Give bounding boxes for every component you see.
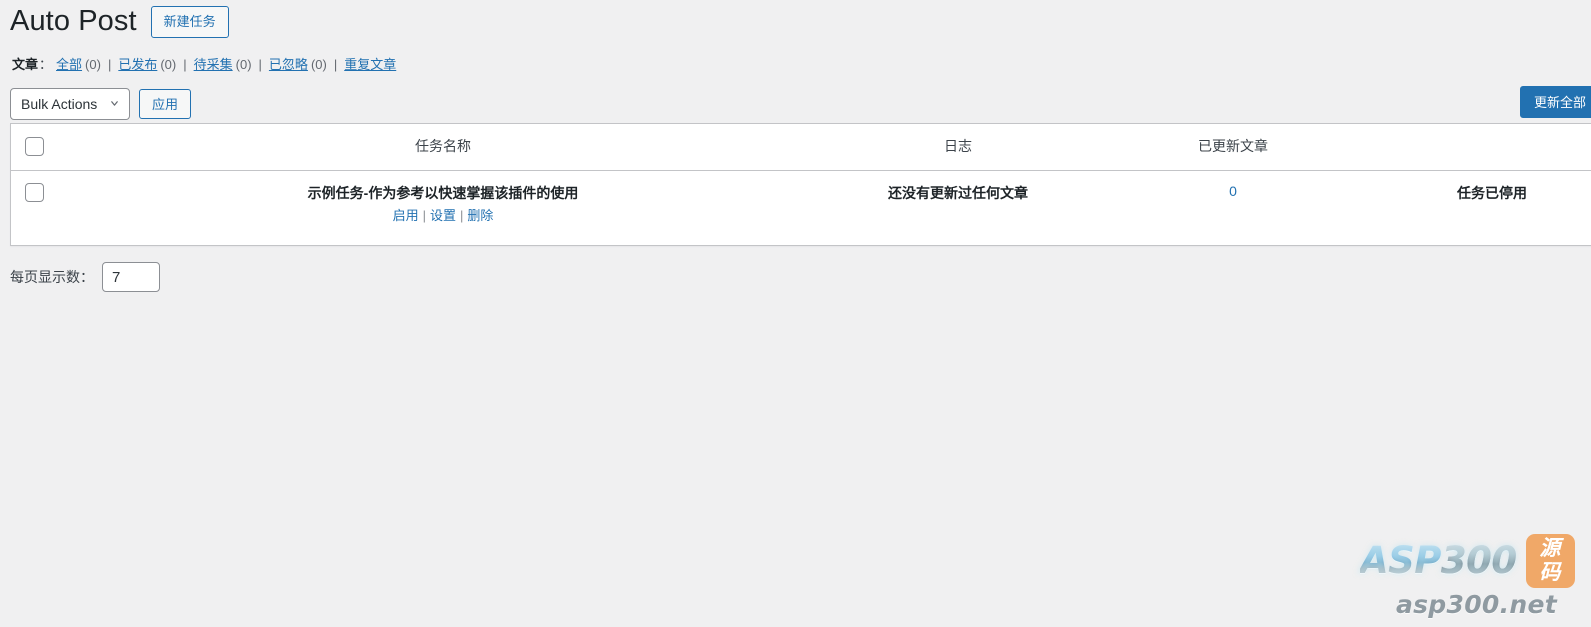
filter-link-published[interactable]: 已发布 [118, 52, 157, 78]
table-row: 示例任务-作为参考以快速掌握该插件的使用 启用 | 设置 | 删除 还没有更新过任何文章… [11, 171, 1591, 245]
row-action-separator: | [460, 208, 464, 223]
site-watermark: ASP300 源码 asp300.net [1360, 533, 1575, 619]
filter-link-duplicate[interactable]: 重复文章 [344, 52, 396, 78]
filter-count-published: (0) [160, 57, 177, 72]
select-all-checkbox[interactable] [25, 137, 44, 156]
row-actions: 启用 | 设置 | 删除 [393, 208, 494, 223]
filter-count-all: (0) [85, 57, 101, 72]
watermark-brand: ASP300 [1360, 542, 1517, 579]
new-task-button[interactable]: 新建任务 [150, 5, 229, 39]
select-all-header [11, 124, 73, 171]
filter-separator: | [183, 57, 187, 72]
per-page-setting: 每页显示数： [10, 262, 1591, 293]
filter-link-ignored[interactable]: 已忽略 [269, 52, 308, 78]
page-title: Auto Post [10, 5, 137, 38]
table-nav-top: Bulk Actions 应用 更新全部 [0, 85, 1591, 123]
watermark-url: asp300.net [1395, 590, 1557, 619]
filter-separator: | [333, 57, 338, 72]
row-task-name-cell: 示例任务-作为参考以快速掌握该插件的使用 启用 | 设置 | 删除 [73, 171, 813, 245]
status-badge: 任务已停用 [1457, 185, 1527, 201]
watermark-brand-light: ASP [1360, 539, 1441, 583]
row-select-checkbox[interactable] [25, 183, 44, 202]
row-action-delete[interactable]: 删除 [467, 208, 493, 223]
column-header-log: 日志 [813, 124, 1103, 171]
table-header-row: 任务名称 日志 已更新文章 [11, 124, 1591, 171]
tasks-table: 任务名称 日志 已更新文章 示例任务-作为参考以快速掌握该插件的使用 启用 | 设置… [10, 123, 1591, 247]
log-message: 还没有更新过任何文章 [888, 185, 1028, 201]
watermark-brand-dark: 300 [1440, 539, 1517, 583]
filter-group-label: 文章 [12, 57, 39, 72]
row-action-enable[interactable]: 启用 [393, 208, 419, 223]
row-updated-count-cell: 0 [1103, 171, 1363, 245]
filter-count-pending: (0) [235, 57, 252, 72]
filter-colon: ： [39, 57, 53, 72]
watermark-logo-row: ASP300 源码 [1360, 533, 1575, 588]
tasks-table-body: 示例任务-作为参考以快速掌握该插件的使用 启用 | 设置 | 删除 还没有更新过任何文章… [11, 171, 1591, 245]
bulk-actions-select[interactable]: Bulk Actions [10, 88, 130, 120]
filter-separator: | [107, 57, 112, 72]
row-status-cell: 任务已停用 [1363, 171, 1591, 245]
row-action-separator: | [422, 208, 426, 223]
filter-separator: | [258, 57, 262, 72]
updated-count-link[interactable]: 0 [1229, 183, 1237, 199]
tasks-table-head: 任务名称 日志 已更新文章 [11, 124, 1591, 171]
per-page-label: 每页显示数： [10, 269, 94, 286]
filter-link-all[interactable]: 全部 [56, 52, 82, 78]
column-header-updated-posts: 已更新文章 [1103, 124, 1363, 171]
row-log-cell: 还没有更新过任何文章 [813, 171, 1103, 245]
bulk-actions-wrapper: Bulk Actions [10, 88, 130, 120]
row-action-settings[interactable]: 设置 [430, 208, 456, 223]
filter-count-ignored: (0) [310, 57, 327, 72]
watermark-badge: 源码 [1525, 533, 1575, 588]
post-filter-links: 文章： 全部 (0) | 已发布 (0) | 待采集 (0) | 已忽略 (0)… [12, 52, 1591, 78]
column-header-task-name: 任务名称 [73, 124, 813, 171]
column-header-status [1363, 124, 1591, 171]
task-name-label: 示例任务-作为参考以快速掌握该插件的使用 [307, 185, 579, 201]
filter-link-pending[interactable]: 待采集 [194, 52, 233, 78]
per-page-input[interactable] [102, 262, 160, 293]
apply-button[interactable]: 应用 [139, 89, 192, 119]
page-header: Auto Post 新建任务 [0, 0, 1591, 44]
update-all-button[interactable]: 更新全部 [1519, 86, 1591, 118]
row-select-cell [11, 171, 73, 245]
